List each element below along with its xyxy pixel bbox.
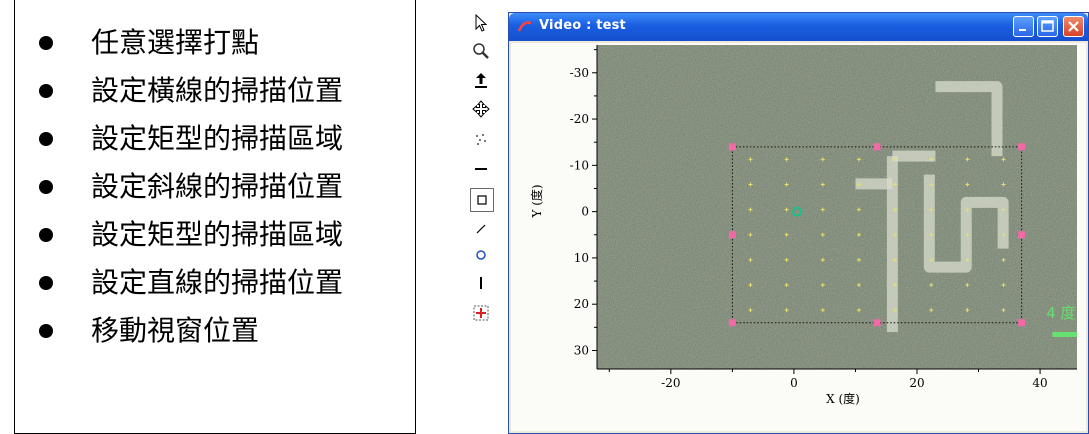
bullet-dot-icon — [39, 180, 53, 194]
close-button[interactable] — [1063, 16, 1084, 37]
plot-area: -30 -20 -10 0 10 20 30 -20 0 20 40 X (度) Y (度) 4 度 — [511, 43, 1086, 431]
bullet-label: 任意選擇打點 — [91, 26, 260, 59]
zoom-icon[interactable] — [470, 40, 492, 62]
video-scan-plot[interactable]: -30 -20 -10 0 10 20 30 -20 0 20 40 X (度) Y (度) 4 度 — [511, 43, 1086, 433]
scale-bar — [1052, 331, 1077, 337]
y-tick-label: 30 — [574, 343, 589, 357]
bullet-dot-icon — [39, 36, 53, 50]
bullet-dot-icon — [39, 324, 53, 338]
move-window-icon[interactable] — [470, 302, 492, 324]
scan-handle — [728, 231, 736, 239]
scan-handle — [873, 143, 881, 151]
x-tick-label: 0 — [790, 376, 798, 390]
toolbar — [468, 12, 494, 332]
y-tick-label: -30 — [570, 66, 589, 80]
maximize-button[interactable] — [1037, 16, 1058, 37]
x-tick-label: 20 — [909, 376, 924, 390]
scan-handle — [1018, 143, 1026, 151]
title-bar[interactable]: Video : test — [509, 13, 1088, 41]
x-tick-label: 40 — [1032, 376, 1047, 390]
x-tick-label: -20 — [661, 376, 680, 390]
x-axis-label: X (度) — [826, 391, 860, 406]
bullet-dot-icon — [39, 276, 53, 290]
scale-label: 4 度 — [1046, 304, 1075, 322]
move-icon[interactable] — [470, 98, 492, 120]
video-window: Video : test -30 -20 -10 0 10 20 30 -20 … — [508, 12, 1089, 434]
pointer-icon[interactable] — [470, 12, 492, 34]
bullet-dot-icon — [39, 228, 53, 242]
points-icon[interactable] — [470, 128, 492, 150]
minimize-button[interactable] — [1013, 16, 1034, 37]
diagonal-line-icon[interactable] — [470, 218, 492, 240]
scan-handle — [1018, 231, 1026, 239]
bullet-label: 移動視窗位置 — [91, 314, 260, 347]
scan-handle — [728, 319, 736, 327]
bullet-label: 設定矩型的掃描區域 — [91, 122, 344, 155]
vline-icon[interactable] — [470, 272, 492, 294]
scan-handle — [1018, 319, 1026, 327]
bullet-label: 設定斜線的掃描位置 — [91, 170, 344, 203]
bullet-dot-icon — [39, 84, 53, 98]
y-tick-label: 0 — [581, 205, 589, 219]
scan-handle — [728, 143, 736, 151]
window-title: Video : test — [539, 18, 626, 33]
rectangle-icon[interactable] — [470, 188, 494, 212]
y-axis-label: Y (度) — [529, 184, 544, 218]
minimize-icon — [1019, 29, 1026, 31]
bullet-label: 設定橫線的掃描位置 — [91, 74, 344, 107]
circle-icon[interactable] — [470, 244, 492, 266]
close-icon — [1068, 21, 1079, 32]
maximize-icon — [1041, 20, 1054, 32]
bullet-dot-icon — [39, 132, 53, 146]
scan-handle — [873, 319, 881, 327]
y-tick-label: -10 — [570, 158, 589, 172]
vertical-move-icon[interactable] — [470, 70, 492, 92]
y-tick-label: 20 — [574, 297, 589, 311]
bullet-label: 設定直線的掃描位置 — [91, 266, 344, 299]
y-tick-label: 10 — [574, 251, 589, 265]
hline-icon[interactable] — [470, 158, 492, 180]
y-tick-label: -20 — [570, 112, 589, 126]
feature-list-panel: 任意選擇打點設定橫線的掃描位置 設定矩型的掃描區域 設定斜線的掃描位置 設定矩型的掃描… — [14, 0, 416, 434]
bullet-label: 設定矩型的掃描區域 — [91, 218, 344, 251]
app-icon — [517, 21, 532, 32]
